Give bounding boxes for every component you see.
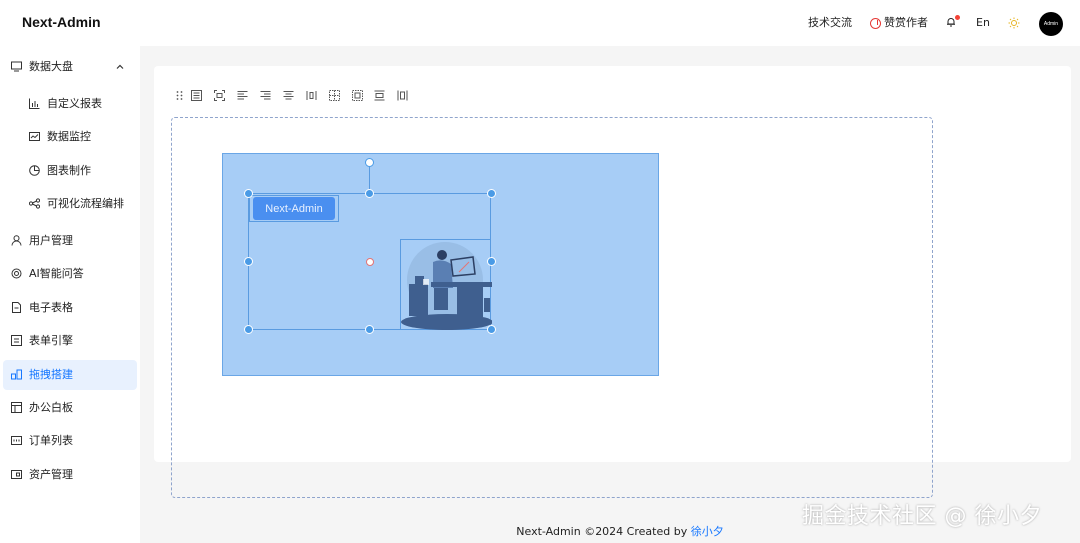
resize-handle-se[interactable] <box>487 325 496 334</box>
drag-handle-icon[interactable] <box>174 90 185 101</box>
rotate-handle[interactable] <box>365 158 374 167</box>
resize-handle-ne[interactable] <box>487 189 496 198</box>
user-avatar[interactable]: Admin <box>1039 12 1063 36</box>
sidebar-item-label: 用户管理 <box>29 234 73 247</box>
tech-exchange-link[interactable]: 技术交流 <box>808 16 852 30</box>
sidebar-group-label: 数据大盘 <box>29 60 73 73</box>
reward-author-label: 赞赏作者 <box>884 16 928 29</box>
app-logo[interactable]: Next-Admin <box>22 14 101 30</box>
flow-icon <box>29 198 40 209</box>
sidebar-item-label: 自定义报表 <box>47 97 102 110</box>
notification-dot <box>955 15 960 20</box>
resize-handle-nw[interactable] <box>244 189 253 198</box>
sidebar-item-label: 图表制作 <box>47 164 91 177</box>
sidebar-item-label: AI智能问答 <box>29 267 84 280</box>
resize-handle-e[interactable] <box>487 257 496 266</box>
sidebar-item-ai[interactable]: AI智能问答 <box>0 259 140 289</box>
sidebar-item-label: 拖拽搭建 <box>29 368 73 381</box>
group-icon[interactable] <box>352 90 363 101</box>
sidebar-item-label: 办公白板 <box>29 401 73 414</box>
whiteboard-icon <box>11 402 22 413</box>
language-switch[interactable]: En <box>976 16 990 30</box>
distribute-v-icon[interactable] <box>397 90 408 101</box>
sidebar-item-flow[interactable]: 可视化流程编排 <box>0 189 140 219</box>
sidebar-item-assets[interactable]: 资产管理 <box>0 460 140 490</box>
distribute-h-icon[interactable] <box>306 90 317 101</box>
sidebar-item-custom-report[interactable]: 自定义报表 <box>0 89 140 119</box>
bar-chart-icon <box>29 98 40 109</box>
file-icon <box>12 302 21 313</box>
sidebar-item-label: 数据监控 <box>47 130 91 143</box>
sidebar-item-label: 可视化流程编排 <box>47 197 124 210</box>
desktop-icon <box>11 61 22 72</box>
drag-build-icon <box>11 369 22 380</box>
sidebar-item-whiteboard[interactable]: 办公白板 <box>0 393 140 423</box>
chevron-up-icon <box>116 64 124 69</box>
order-icon <box>11 436 22 445</box>
sidebar-item-drag-build[interactable]: 拖拽搭建 <box>3 360 137 390</box>
sidebar-item-spreadsheet[interactable]: 电子表格 <box>0 293 140 323</box>
sidebar-item-label: 表单引擎 <box>29 334 73 347</box>
desk-illustration-image <box>401 242 493 330</box>
sidebar-item-label: 电子表格 <box>29 301 73 314</box>
center-point-handle[interactable] <box>366 258 374 266</box>
sidebar-item-data-monitor[interactable]: 数据监控 <box>0 122 140 152</box>
resize-handle-s[interactable] <box>365 325 374 334</box>
sidebar-group-dashboard[interactable]: 数据大盘 <box>0 52 140 82</box>
illustration-frame[interactable] <box>400 239 493 330</box>
user-icon <box>11 235 22 246</box>
sidebar-item-users[interactable]: 用户管理 <box>0 226 140 256</box>
align-bottom-icon[interactable] <box>374 90 385 101</box>
align-top-icon[interactable] <box>191 90 202 101</box>
canvas-demo-button[interactable]: Next-Admin <box>253 197 335 220</box>
align-center-icon[interactable] <box>214 90 225 101</box>
sun-icon[interactable] <box>1008 17 1020 29</box>
watermark-text: 掘金技术社区 @ 徐小夕 <box>802 504 1042 529</box>
asset-icon <box>11 470 22 479</box>
sidebar-item-label: 订单列表 <box>29 434 73 447</box>
align-middle-icon[interactable] <box>283 90 294 101</box>
sidebar-item-label: 资产管理 <box>29 468 73 481</box>
footer-text: Next-Admin ©2024 Created by <box>516 525 691 538</box>
sidebar-item-chart-make[interactable]: 图表制作 <box>0 156 140 186</box>
footer-author-link[interactable]: 徐小夕 <box>691 525 724 538</box>
sidebar-item-orders[interactable]: 订单列表 <box>0 426 140 456</box>
pie-chart-icon <box>29 165 40 176</box>
monitor-line-icon <box>29 132 40 141</box>
grid-icon[interactable] <box>329 90 340 101</box>
form-icon <box>11 335 22 346</box>
reward-icon <box>870 17 881 29</box>
align-right-icon[interactable] <box>260 90 271 101</box>
resize-handle-sw[interactable] <box>244 325 253 334</box>
align-left-icon[interactable] <box>237 90 248 101</box>
sidebar-item-form-engine[interactable]: 表单引擎 <box>0 326 140 356</box>
top-header: Next-Admin 技术交流 赞赏作者 En Admin <box>0 0 1080 46</box>
reward-author-link[interactable]: 赞赏作者 <box>870 16 928 30</box>
resize-handle-n[interactable] <box>365 189 374 198</box>
ai-icon <box>11 268 22 279</box>
resize-handle-w[interactable] <box>244 257 253 266</box>
